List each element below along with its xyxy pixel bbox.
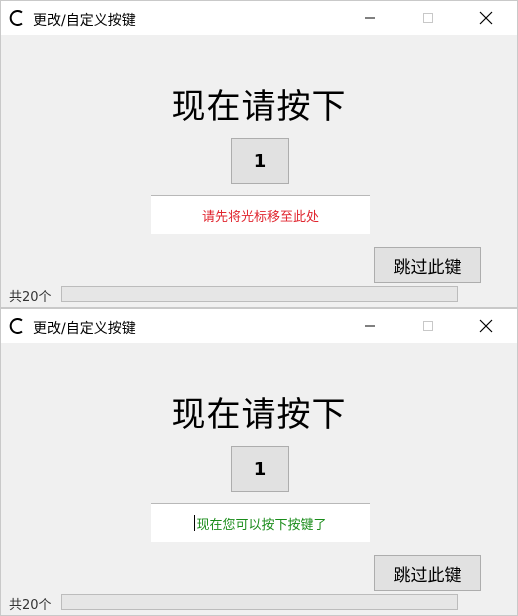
- status-message: 现在您可以按下按键了: [196, 517, 327, 533]
- prompt-heading: 现在请按下: [171, 87, 347, 127]
- minimize-button[interactable]: [341, 1, 399, 35]
- dialog-window-2: 更改/自定义按键 现在请按下 1 现在您可以按下按键了 跳过此键 共20个: [0, 308, 518, 616]
- skip-key-button[interactable]: 跳过此键: [374, 247, 481, 283]
- close-icon: [479, 319, 493, 333]
- close-button[interactable]: [457, 1, 515, 35]
- prompt-heading: 现在请按下: [171, 395, 347, 435]
- dialog-window-1: 更改/自定义按键 现在请按下 1 请先将光标移至此处 跳过此键 共20个: [0, 0, 518, 308]
- maximize-button[interactable]: [399, 1, 457, 35]
- app-c-icon: [9, 318, 23, 334]
- close-icon: [479, 11, 493, 25]
- progress-bar: [61, 286, 458, 302]
- current-key-display: 1: [231, 138, 289, 184]
- maximize-icon: [423, 13, 433, 23]
- minimize-icon: [365, 17, 375, 19]
- minimize-icon: [365, 325, 375, 327]
- progress-bar: [61, 594, 458, 610]
- key-capture-field[interactable]: 现在您可以按下按键了: [151, 503, 370, 542]
- key-capture-field[interactable]: 请先将光标移至此处: [151, 195, 370, 234]
- text-caret: [194, 515, 196, 531]
- maximize-icon: [423, 321, 433, 331]
- total-count-label: 共20个: [9, 290, 52, 305]
- window-title: 更改/自定义按键: [33, 321, 136, 337]
- maximize-button[interactable]: [399, 309, 457, 343]
- skip-key-button[interactable]: 跳过此键: [374, 555, 481, 591]
- current-key-display: 1: [231, 446, 289, 492]
- title-bar[interactable]: 更改/自定义按键: [1, 309, 517, 343]
- total-count-label: 共20个: [9, 598, 52, 613]
- window-title: 更改/自定义按键: [33, 13, 136, 29]
- status-message: 请先将光标移至此处: [201, 209, 319, 225]
- close-button[interactable]: [457, 309, 515, 343]
- title-bar[interactable]: 更改/自定义按键: [1, 1, 517, 35]
- minimize-button[interactable]: [341, 309, 399, 343]
- app-c-icon: [9, 10, 23, 26]
